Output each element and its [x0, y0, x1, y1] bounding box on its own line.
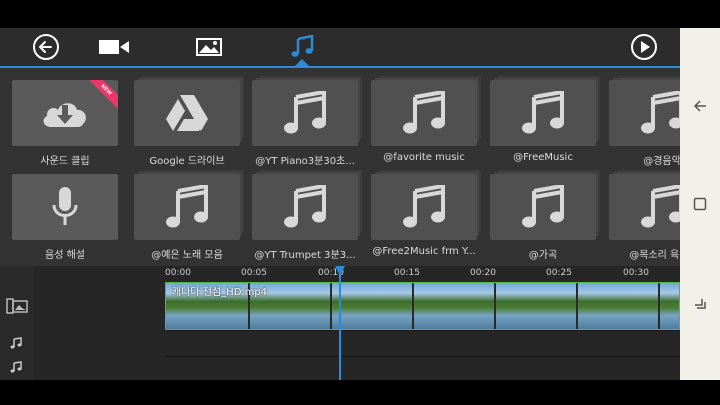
play-icon — [631, 34, 657, 60]
back-button[interactable] — [30, 28, 62, 66]
android-nav-bar — [680, 28, 720, 380]
cloud-download-icon — [43, 103, 86, 127]
top-toolbar — [0, 28, 680, 68]
tile-label: @favorite music — [383, 152, 465, 163]
tile-box — [609, 80, 680, 146]
new-badge: NEW — [90, 80, 118, 108]
new-badge-text: NEW — [90, 80, 118, 108]
tile-box — [490, 174, 596, 240]
music-note-icon — [403, 91, 445, 134]
tile-folder[interactable]: @Free2Music frm Y... — [371, 174, 489, 257]
tick-label: 00:20 — [470, 268, 496, 278]
audio-track-icon — [10, 337, 22, 349]
tick-label: 00:00 — [165, 268, 191, 278]
tick-label: 00:05 — [241, 268, 267, 278]
tile-label: @가곡 — [528, 250, 558, 261]
music-note-icon — [291, 35, 314, 57]
time-ruler[interactable]: 00:00 00:05 00:10 00:15 00:20 00:25 00:3… — [165, 266, 680, 282]
tile-label: @예은 노래 모음 — [151, 250, 223, 261]
tile-label: Google 드라이브 — [149, 156, 225, 167]
nav-back-button[interactable] — [692, 98, 708, 114]
video-camera-icon — [99, 40, 129, 54]
tile-label: 음성 해설 — [45, 250, 85, 261]
tile-folder[interactable]: @목소리 육성5 — [609, 174, 680, 261]
audio-track-icon — [10, 361, 22, 373]
tile-folder[interactable]: @favorite music — [371, 80, 489, 163]
music-note-icon — [522, 185, 564, 228]
tile-label: @Free2Music frm Y... — [372, 246, 476, 257]
clip-filename: 캐나다 천섬_HD.mp4 — [172, 287, 268, 298]
tile-google-drive[interactable]: Google 드라이브 — [134, 80, 252, 167]
tile-folder[interactable]: @예은 노래 모음 — [134, 174, 252, 261]
nav-recents-icon — [695, 299, 706, 309]
tile-label: @FreeMusic — [513, 152, 573, 163]
tile-folder[interactable]: @가곡 — [490, 174, 608, 261]
microphone-icon — [52, 187, 78, 225]
tile-box: NEW — [12, 80, 118, 146]
tile-label: 사운드 클립 — [40, 156, 90, 167]
image-icon — [196, 38, 222, 56]
track-icons-column — [0, 266, 34, 380]
nav-back-icon — [693, 100, 706, 112]
music-note-icon — [522, 91, 564, 134]
tab-image[interactable] — [192, 28, 226, 66]
tab-video[interactable] — [96, 28, 132, 66]
frame-divider — [494, 283, 496, 329]
tile-folder[interactable]: @YT Trumpet 3분3... — [252, 174, 370, 261]
tile-label: @경음악 — [643, 156, 680, 167]
back-arrow-icon — [33, 34, 59, 60]
tile-label: @YT Piano3분30초... — [255, 156, 355, 167]
tile-folder[interactable]: @경음악 — [609, 80, 680, 167]
music-note-icon — [641, 91, 680, 134]
music-note-icon — [641, 185, 680, 228]
frame-divider — [412, 283, 414, 329]
frame-divider — [576, 283, 578, 329]
tile-box — [609, 174, 680, 240]
tile-box — [490, 80, 596, 146]
tile-box — [371, 174, 477, 240]
music-note-icon — [284, 185, 326, 228]
tile-folder[interactable]: @FreeMusic — [490, 80, 608, 163]
music-note-icon — [284, 91, 326, 134]
audio-source-grid: NEW 사운드 클립 Google 드라이브 @YT Piano3분30초...… — [0, 68, 680, 266]
music-note-icon — [166, 185, 208, 228]
tick-label: 00:25 — [546, 268, 572, 278]
tile-sound-clip[interactable]: NEW 사운드 클립 — [12, 80, 130, 167]
tile-folder[interactable]: @YT Piano3분30초... — [252, 80, 370, 167]
frame-divider — [330, 283, 332, 329]
audio-track-2[interactable] — [165, 356, 680, 378]
tile-label: @목소리 육성5 — [629, 250, 680, 261]
tile-box — [252, 174, 358, 240]
google-drive-icon — [166, 95, 208, 131]
play-button[interactable] — [628, 28, 660, 66]
nav-recents-button[interactable] — [692, 295, 708, 311]
nav-home-button[interactable] — [692, 196, 708, 212]
tile-box — [134, 80, 240, 146]
active-tab-indicator — [295, 59, 309, 66]
tile-box — [12, 174, 118, 240]
tile-voice-narration[interactable]: 음성 해설 — [12, 174, 130, 261]
tile-box — [134, 174, 240, 240]
music-note-icon — [403, 185, 445, 228]
playhead[interactable] — [339, 266, 341, 380]
audio-track-1[interactable] — [165, 330, 680, 352]
tile-box — [252, 80, 358, 146]
tick-label: 00:30 — [623, 268, 649, 278]
screen: NEW 사운드 클립 Google 드라이브 @YT Piano3분30초...… — [0, 0, 720, 405]
tile-label: @YT Trumpet 3분3... — [254, 250, 356, 261]
tile-box — [371, 80, 477, 146]
tick-label: 00:15 — [394, 268, 420, 278]
nav-home-icon — [693, 197, 707, 211]
video-track-icon — [6, 298, 28, 314]
frame-divider — [658, 283, 660, 329]
